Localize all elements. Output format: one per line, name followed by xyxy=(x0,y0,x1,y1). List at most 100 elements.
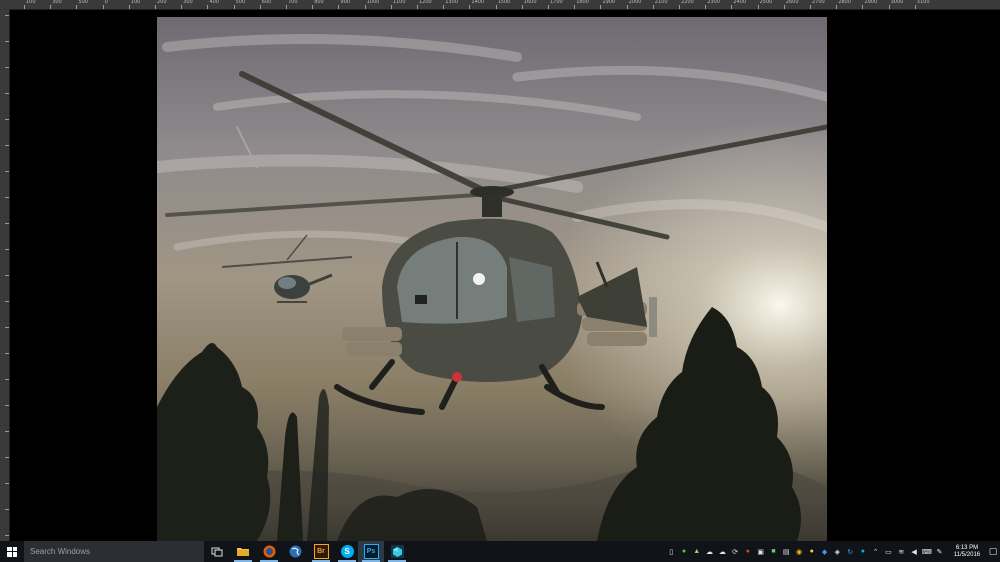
clock[interactable]: 6:13 PM 11/5/2016 xyxy=(948,545,986,559)
ruler-label: 200 xyxy=(157,0,167,5)
ruler-label: 2500 xyxy=(759,0,773,5)
chrome-icon[interactable]: ◉ xyxy=(794,547,804,557)
ruler-label: 1800 xyxy=(576,0,589,5)
ruler-tick xyxy=(259,5,261,9)
action-center-icon[interactable]: ▢ xyxy=(986,541,1000,562)
pen-icon[interactable]: ✎ xyxy=(935,547,945,557)
onedrive-icon[interactable]: ☁ xyxy=(717,547,727,557)
ruler-tick xyxy=(5,93,9,94)
ruler-label: 500 xyxy=(235,0,246,5)
ruler-label: 1700 xyxy=(550,0,563,5)
red-app-icon[interactable]: ● xyxy=(743,547,753,557)
ruler-tick xyxy=(5,353,9,354)
skype-button[interactable]: S xyxy=(334,541,360,562)
ruler-tick xyxy=(626,5,628,9)
globe-icon xyxy=(289,545,301,558)
ruler-label: 500 xyxy=(78,0,88,5)
ruler-tick xyxy=(24,5,25,9)
ruler-label: 3000 xyxy=(890,0,904,5)
usb-icon[interactable]: ▯ xyxy=(666,547,676,557)
search-box[interactable] xyxy=(24,541,204,562)
ruler-label: 1200 xyxy=(419,0,432,5)
ruler-tick xyxy=(5,15,9,16)
cloud-icon[interactable]: ☁ xyxy=(705,547,715,557)
start-button[interactable] xyxy=(0,541,24,562)
ruler-label: 700 xyxy=(288,0,298,5)
ruler-tick xyxy=(128,5,130,9)
ruler-tick xyxy=(5,197,9,198)
green-app-icon[interactable]: ■ xyxy=(768,547,778,557)
ruler-label: 1000 xyxy=(366,0,380,5)
monitor-icon[interactable]: ▣ xyxy=(756,547,766,557)
ruler-tick xyxy=(5,405,9,406)
ruler-tick xyxy=(5,431,9,432)
keyboard-icon[interactable]: ⌨ xyxy=(922,547,932,557)
yellow-app-icon[interactable]: ● xyxy=(807,547,817,557)
ruler-tick xyxy=(5,301,9,302)
ruler-tick xyxy=(5,509,9,510)
ruler-label: 400 xyxy=(209,0,219,5)
skype-icon: S xyxy=(340,545,354,558)
ruler-tick xyxy=(469,5,471,9)
wifi-icon[interactable]: ≋ xyxy=(896,547,906,557)
ruler-tick xyxy=(5,483,9,484)
globe-app-button[interactable] xyxy=(282,541,308,562)
system-tray: ▯ ● ▲ ☁ ☁ ⟳ ● ▣ ■ ▤ ◉ ● ◆ ◈ ↻ ● ⌃ ▭ ≋ ◀ … xyxy=(665,541,1000,562)
helicopter-photo xyxy=(157,17,827,541)
ruler-label: 1500 xyxy=(497,0,511,5)
clock-time: 6:13 PM xyxy=(955,544,979,551)
ruler-label: 1100 xyxy=(392,0,406,5)
ruler-label: 2700 xyxy=(812,0,825,5)
sync-icon[interactable]: ⟳ xyxy=(730,547,740,557)
ruler-label: 800 xyxy=(314,0,324,5)
evernote-icon[interactable]: ● xyxy=(679,547,689,557)
android-icon[interactable]: ▲ xyxy=(692,547,702,557)
ruler-tick xyxy=(914,5,916,9)
ruler-tick xyxy=(364,5,366,9)
ruler-label: 2400 xyxy=(733,0,747,5)
folder-icon xyxy=(237,548,249,556)
ruler-tick xyxy=(836,5,838,9)
ruler-label: 0 xyxy=(104,0,108,5)
display-icon[interactable]: ▤ xyxy=(781,547,791,557)
task-view-icon xyxy=(211,547,223,556)
ruler-label: 300 xyxy=(52,0,62,5)
search-input[interactable] xyxy=(28,542,202,561)
ruler-tick xyxy=(810,5,811,9)
document-canvas[interactable] xyxy=(157,17,827,541)
file-explorer-button[interactable] xyxy=(230,541,256,562)
ruler-tick xyxy=(5,379,9,380)
ruler-tick xyxy=(5,327,9,328)
task-view-button[interactable] xyxy=(204,541,230,562)
ruler-tick xyxy=(50,5,52,9)
network-icon[interactable]: ▭ xyxy=(883,547,893,557)
ruler-tick xyxy=(312,5,314,9)
ruler-tick xyxy=(5,41,9,42)
refresh-icon[interactable]: ↻ xyxy=(845,547,855,557)
ruler-tick xyxy=(757,5,759,9)
3d-app-button[interactable] xyxy=(384,541,410,562)
ruler-label: 300 xyxy=(183,0,193,5)
gamepad-icon[interactable]: ◈ xyxy=(832,547,842,557)
chevron-icon[interactable]: ⌃ xyxy=(871,547,881,557)
clock-date: 11/5/2016 xyxy=(953,551,981,558)
photoshop-button[interactable]: Ps xyxy=(358,541,384,562)
ruler-tick xyxy=(5,535,9,536)
adobe-bridge-button[interactable]: Br xyxy=(308,541,334,562)
dropbox-icon[interactable]: ◆ xyxy=(820,547,830,557)
volume-icon[interactable]: ◀ xyxy=(909,547,919,557)
skype-tray-icon[interactable]: ● xyxy=(858,547,868,557)
ruler-tick xyxy=(5,145,9,146)
ruler-label: 1400 xyxy=(471,0,485,5)
taskbar: Br S Ps ▯ ● ▲ ☁ ☁ ⟳ ● ▣ ■ ▤ ◉ ● ◆ ◈ ↻ ● … xyxy=(0,541,1000,562)
ruler-tick xyxy=(888,5,890,9)
firefox-button[interactable] xyxy=(256,541,282,562)
ruler-tick xyxy=(417,5,418,9)
ruler-tick xyxy=(5,223,9,224)
ruler-tick xyxy=(155,5,156,9)
ruler-tick xyxy=(521,5,523,9)
ruler-tick xyxy=(600,5,602,9)
ruler-tick xyxy=(286,5,287,9)
ruler-tick xyxy=(207,5,209,9)
ruler-tick xyxy=(731,5,733,9)
